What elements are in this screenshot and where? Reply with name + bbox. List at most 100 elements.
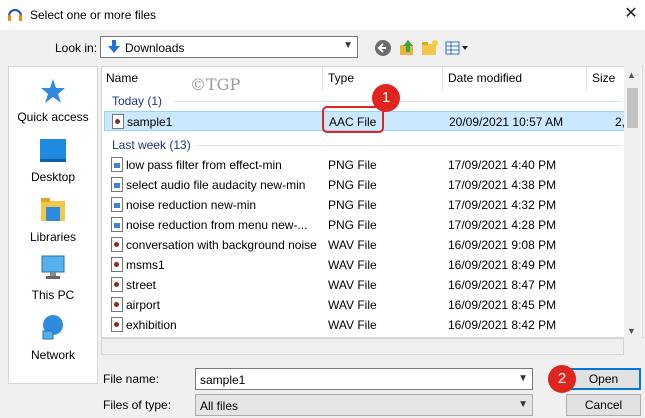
file-type: WAV File: [328, 258, 377, 272]
audio-file-icon: [112, 114, 124, 129]
column-header-type[interactable]: Type: [328, 71, 354, 85]
cancel-button[interactable]: Cancel: [566, 394, 641, 416]
column-header-name[interactable]: Name: [106, 71, 138, 85]
places-label: Libraries: [29, 230, 77, 244]
places-item-this-pc[interactable]: This PC: [9, 253, 97, 302]
file-name: noise reduction new-min: [126, 198, 257, 212]
file-type-select[interactable]: All files ▼: [195, 394, 533, 416]
file-date: 20/09/2021 10:57 AM: [449, 115, 564, 129]
places-item-quick-access[interactable]: Quick access: [9, 77, 97, 124]
places-label: Desktop: [30, 170, 76, 184]
places-label: Network: [30, 348, 75, 362]
step-badge-1: 1: [372, 84, 400, 112]
file-name: msms1: [126, 258, 165, 272]
file-type: PNG File: [328, 178, 377, 192]
window-title: Select one or more files: [30, 8, 157, 22]
file-name: low pass filter from effect-min: [126, 158, 282, 172]
file-date: 16/09/2021 8:49 PM: [448, 258, 557, 272]
chevron-down-icon: ▼: [518, 399, 528, 410]
audio-file-icon: [111, 297, 123, 312]
file-type-label: Files of type:: [103, 398, 172, 412]
places-item-libraries[interactable]: Libraries: [9, 195, 97, 244]
title-bar: Select one or more files ✕: [0, 0, 645, 30]
image-file-icon: [111, 177, 123, 192]
file-name-label: File name:: [103, 372, 160, 386]
audio-file-icon: [111, 257, 123, 272]
table-row[interactable]: msms1 WAV File 16/09/2021 8:49 PM: [104, 255, 626, 275]
places-item-desktop[interactable]: Desktop: [9, 137, 97, 184]
scroll-down-icon[interactable]: ▼: [627, 326, 636, 336]
file-type: PNG File: [328, 218, 377, 232]
column-divider[interactable]: [586, 67, 587, 91]
table-row[interactable]: select audio file audacity new-min PNG F…: [104, 175, 626, 195]
open-button[interactable]: Open: [566, 368, 641, 390]
file-name: exhibition: [126, 318, 177, 332]
file-name: conversation with background noise: [126, 238, 317, 252]
scroll-up-icon[interactable]: ▲: [627, 70, 636, 80]
table-row[interactable]: street WAV File 16/09/2021 8:47 PM: [104, 275, 626, 295]
group-header-last-week[interactable]: Last week (13): [112, 138, 191, 152]
horizontal-scrollbar[interactable]: [101, 338, 624, 355]
table-row[interactable]: low pass filter from effect-min PNG File…: [104, 155, 626, 175]
look-in-label: Look in:: [55, 41, 98, 55]
places-item-network[interactable]: Network: [9, 313, 97, 362]
image-file-icon: [111, 217, 123, 232]
chevron-down-icon[interactable]: ▼: [518, 373, 528, 384]
desktop-icon: [40, 139, 66, 162]
look-in-value: Downloads: [125, 41, 185, 55]
new-folder-icon[interactable]: [420, 38, 440, 58]
computer-icon: [41, 255, 65, 279]
highlight-callout: [322, 106, 384, 133]
file-date: 17/09/2021 4:32 PM: [448, 198, 557, 212]
places-label: This PC: [31, 288, 75, 302]
places-sidebar: Quick access Desktop Libraries This PC N…: [8, 66, 98, 384]
group-header-today[interactable]: Today (1): [112, 94, 162, 108]
table-row[interactable]: conversation with background noise WAV F…: [104, 235, 626, 255]
file-name-value: sample1: [200, 373, 246, 387]
column-divider[interactable]: [442, 67, 443, 91]
file-date: 16/09/2021 8:42 PM: [448, 318, 557, 332]
file-date: 16/09/2021 9:08 PM: [448, 238, 557, 252]
audio-file-icon: [111, 277, 123, 292]
star-icon: [41, 79, 65, 103]
network-icon: [42, 315, 63, 340]
places-label: Quick access: [17, 110, 89, 124]
file-type: WAV File: [328, 318, 377, 332]
file-name: noise reduction from menu new-...: [126, 218, 308, 232]
file-name: select audio file audacity new-min: [126, 178, 306, 192]
up-folder-icon[interactable]: [397, 38, 417, 58]
image-file-icon: [111, 197, 123, 212]
step-badge-2: 2: [548, 365, 576, 393]
file-date: 17/09/2021 4:40 PM: [448, 158, 557, 172]
look-in-dropdown[interactable]: Downloads ▼: [100, 36, 358, 58]
downloads-arrow-icon: [108, 40, 120, 53]
view-menu-icon[interactable]: [444, 38, 470, 58]
image-file-icon: [111, 157, 123, 172]
file-type: WAV File: [328, 238, 377, 252]
file-type: PNG File: [328, 158, 377, 172]
watermark: ©TGP: [190, 75, 241, 94]
close-icon[interactable]: ✕: [621, 4, 641, 24]
table-row[interactable]: noise reduction new-min PNG File 17/09/2…: [104, 195, 626, 215]
chevron-down-icon: ▼: [343, 40, 353, 51]
file-name-input[interactable]: sample1 ▼: [195, 368, 533, 390]
column-header-size[interactable]: Size: [592, 71, 615, 85]
file-type: WAV File: [328, 278, 377, 292]
file-date: 17/09/2021 4:28 PM: [448, 218, 557, 232]
group-divider: [197, 145, 622, 146]
file-type-value: All files: [200, 399, 239, 413]
column-header-date[interactable]: Date modified: [448, 71, 522, 85]
scrollbar-thumb[interactable]: [627, 88, 638, 128]
back-icon[interactable]: [373, 38, 393, 58]
table-row[interactable]: noise reduction from menu new-... PNG Fi…: [104, 215, 626, 235]
column-divider[interactable]: [322, 67, 323, 91]
file-date: 17/09/2021 4:38 PM: [448, 178, 557, 192]
file-date: 16/09/2021 8:45 PM: [448, 298, 557, 312]
table-row[interactable]: exhibition WAV File 16/09/2021 8:42 PM: [104, 315, 626, 335]
file-type: PNG File: [328, 198, 377, 212]
audacity-app-icon: [8, 9, 22, 21]
table-row[interactable]: airport WAV File 16/09/2021 8:45 PM: [104, 295, 626, 315]
file-type: WAV File: [328, 298, 377, 312]
file-name: street: [126, 278, 157, 292]
file-date: 16/09/2021 8:47 PM: [448, 278, 557, 292]
